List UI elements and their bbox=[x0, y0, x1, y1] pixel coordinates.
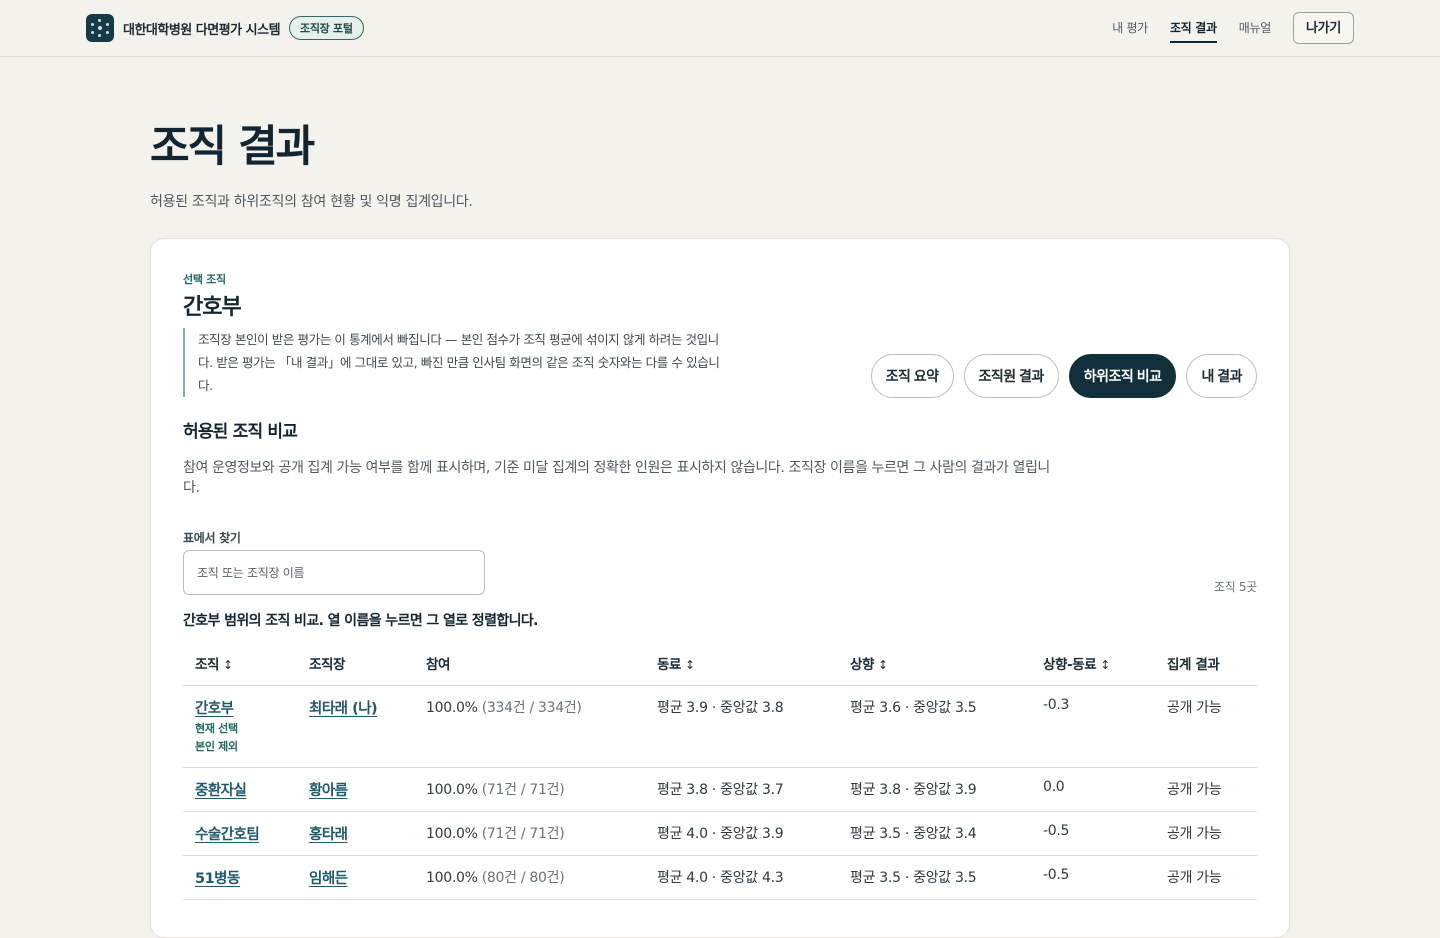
org-link[interactable]: 중환자실 bbox=[195, 783, 247, 799]
sort-icon: ↕ bbox=[1100, 658, 1110, 673]
peer-score: 평균 4.0 · 중앙값 4.3 bbox=[645, 855, 838, 900]
org-link[interactable]: 간호부 bbox=[195, 701, 234, 717]
table-header-row: 조직 ↕ 조직장 참여 동료 ↕ 상향 ↕ 상향-동료 ↕ 집계 결과 bbox=[183, 642, 1257, 686]
leader-link[interactable]: 최타래 (나) bbox=[309, 701, 378, 717]
aggregate-result: 공개 가능 bbox=[1155, 855, 1257, 900]
sort-icon: ↕ bbox=[878, 658, 888, 673]
upward-score: 평균 3.8 · 중앙값 3.9 bbox=[838, 767, 1031, 812]
tab-member-results[interactable]: 조직원 결과 bbox=[963, 354, 1059, 398]
portal-badge: 조직장 포털 bbox=[289, 16, 364, 40]
tab-suborg-compare[interactable]: 하위조직 비교 bbox=[1068, 354, 1177, 398]
tab-my-results[interactable]: 내 결과 bbox=[1186, 354, 1257, 398]
peer-score: 평균 3.9 · 중앙값 3.8 bbox=[645, 685, 838, 768]
leader-link[interactable]: 임해든 bbox=[309, 871, 348, 887]
org-compare-table: 조직 ↕ 조직장 참여 동료 ↕ 상향 ↕ 상향-동료 ↕ 집계 결과 간호부 현재 선… bbox=[183, 642, 1257, 900]
org-results-card: 선택 조직 간호부 조직장 본인이 받은 평가는 이 통계에서 빠집니다 — 본… bbox=[150, 238, 1290, 938]
aggregate-result: 공개 가능 bbox=[1155, 767, 1257, 812]
brand[interactable]: 대한대학병원 다면평가 시스템 조직장 포털 bbox=[86, 14, 364, 42]
upward-score: 평균 3.5 · 중앙값 3.4 bbox=[838, 811, 1031, 856]
nav-org-results[interactable]: 조직 결과 bbox=[1169, 12, 1217, 44]
col-peer[interactable]: 동료 ↕ bbox=[645, 642, 838, 686]
participation-detail: (334건 / 334건) bbox=[481, 699, 582, 716]
view-tabs: 조직 요약 조직원 결과 하위조직 비교 내 결과 bbox=[861, 354, 1257, 398]
page-title: 조직 결과 bbox=[150, 122, 315, 172]
page-description: 허용된 조직과 하위조직의 참여 현황 및 익명 집계입니다. bbox=[150, 194, 473, 210]
col-org[interactable]: 조직 ↕ bbox=[183, 642, 297, 686]
col-aggregate-result: 집계 결과 bbox=[1155, 642, 1257, 686]
brand-name: 대한대학병원 다면평가 시스템 bbox=[123, 22, 281, 38]
tab-org-summary[interactable]: 조직 요약 bbox=[870, 354, 954, 398]
section-title: 허용된 조직 비교 bbox=[183, 422, 298, 442]
org-link[interactable]: 수술간호팀 bbox=[195, 827, 260, 843]
participation-rate: 100.0% bbox=[426, 699, 478, 716]
participation-detail: (71건 / 71건) bbox=[481, 825, 565, 842]
score-diff: 0.0 bbox=[1031, 767, 1155, 812]
table-row: 간호부 현재 선택 본인 제외 최타래 (나) 100.0% (334건 / 3… bbox=[183, 685, 1257, 768]
score-diff: -0.5 bbox=[1031, 811, 1155, 856]
score-diff: -0.3 bbox=[1031, 685, 1155, 768]
peer-score: 평균 3.8 · 중앙값 3.7 bbox=[645, 767, 838, 812]
participation-rate: 100.0% bbox=[426, 869, 478, 886]
table-row: 51병동 임해든 100.0% (80건 / 80건) 평균 4.0 · 중앙값… bbox=[183, 855, 1257, 900]
leader-link[interactable]: 황아름 bbox=[309, 783, 348, 799]
col-leader: 조직장 bbox=[297, 642, 414, 686]
exit-button[interactable]: 나가기 bbox=[1293, 12, 1354, 44]
section-description: 참여 운영정보와 공개 집계 가능 여부를 함께 표시하며, 기준 미달 집계의… bbox=[183, 460, 1050, 496]
peer-score: 평균 4.0 · 중앙값 3.9 bbox=[645, 811, 838, 856]
participation-rate: 100.0% bbox=[426, 781, 478, 798]
main-nav: 내 평가 조직 결과 매뉴얼 나가기 bbox=[1112, 12, 1354, 44]
self-excluded-tag: 본인 제외 bbox=[195, 739, 238, 753]
selected-org-name: 간호부 bbox=[183, 295, 242, 320]
self-exclusion-note: 조직장 본인이 받은 평가는 이 통계에서 빠집니다 — 본인 점수가 조직 평… bbox=[183, 328, 723, 397]
selected-org-label: 선택 조직 bbox=[183, 273, 226, 286]
table-row: 수술간호팀 홍타래 100.0% (71건 / 71건) 평균 4.0 · 중앙… bbox=[183, 811, 1257, 856]
app-logo-icon bbox=[86, 14, 114, 42]
aggregate-result: 공개 가능 bbox=[1155, 685, 1257, 768]
org-link[interactable]: 51병동 bbox=[195, 871, 240, 887]
leader-link[interactable]: 홍타래 bbox=[309, 827, 348, 843]
score-diff: -0.5 bbox=[1031, 855, 1155, 900]
col-upward[interactable]: 상향 ↕ bbox=[838, 642, 1031, 686]
nav-my-evaluation[interactable]: 내 평가 bbox=[1112, 12, 1148, 44]
upward-score: 평균 3.5 · 중앙값 3.5 bbox=[838, 855, 1031, 900]
search-label: 표에서 찾기 bbox=[183, 531, 241, 545]
current-selection-tag: 현재 선택 bbox=[195, 721, 238, 735]
org-count: 조직 5곳 bbox=[1213, 580, 1257, 594]
upward-score: 평균 3.6 · 중앙값 3.5 bbox=[838, 685, 1031, 768]
sort-icon: ↕ bbox=[223, 658, 233, 673]
sort-icon: ↕ bbox=[685, 658, 695, 673]
col-upward-peer-diff[interactable]: 상향-동료 ↕ bbox=[1031, 642, 1155, 686]
aggregate-result: 공개 가능 bbox=[1155, 811, 1257, 856]
participation-rate: 100.0% bbox=[426, 825, 478, 842]
top-bar: 대한대학병원 다면평가 시스템 조직장 포털 내 평가 조직 결과 매뉴얼 나가… bbox=[0, 0, 1440, 57]
col-participation: 참여 bbox=[414, 642, 645, 686]
table-caption: 간호부 범위의 조직 비교. 열 이름을 누르면 그 열로 정렬합니다. bbox=[183, 613, 539, 629]
table-search-input[interactable] bbox=[183, 550, 485, 595]
participation-detail: (80건 / 80건) bbox=[481, 869, 565, 886]
nav-manual[interactable]: 매뉴얼 bbox=[1239, 12, 1272, 44]
participation-detail: (71건 / 71건) bbox=[481, 781, 565, 798]
table-row: 중환자실 황아름 100.0% (71건 / 71건) 평균 3.8 · 중앙값… bbox=[183, 767, 1257, 812]
